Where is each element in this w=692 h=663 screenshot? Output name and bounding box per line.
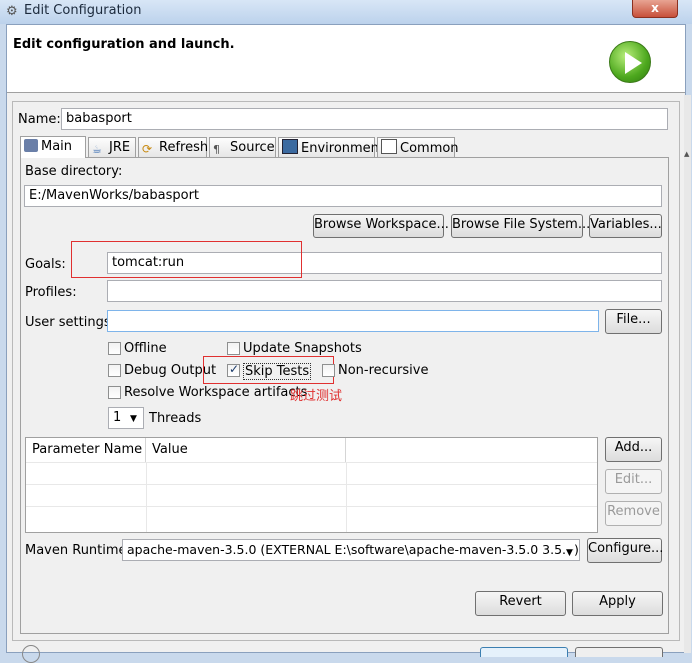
help-icon[interactable] xyxy=(22,645,40,663)
threads-value: 1 xyxy=(113,410,122,425)
tab-source[interactable]: ¶ Source xyxy=(209,137,276,157)
base-directory-label: Base directory: xyxy=(25,164,123,179)
table-row-divider xyxy=(26,506,597,507)
resolve-workspace-label: Resolve Workspace artifacts xyxy=(124,385,308,400)
offline-checkbox[interactable] xyxy=(108,342,121,355)
tab-jre[interactable]: ☕ JRE xyxy=(88,137,136,157)
refresh-icon: ⟳ xyxy=(142,142,153,156)
add-button[interactable]: Add... xyxy=(605,437,662,462)
resolve-workspace-checkbox[interactable] xyxy=(108,386,121,399)
file-button[interactable]: File... xyxy=(605,309,662,334)
tab-common[interactable]: Common xyxy=(377,137,459,157)
parameter-table[interactable]: Parameter Name Value xyxy=(25,437,598,533)
close-button[interactable]: x xyxy=(632,0,678,18)
tab-jre-label: JRE xyxy=(109,140,131,155)
update-snapshots-checkbox[interactable] xyxy=(227,342,240,355)
window-title: Edit Configuration xyxy=(24,3,142,18)
skip-tests-highlight-box xyxy=(203,356,334,384)
non-recursive-label: Non-recursive xyxy=(338,363,429,378)
maven-runtime-select[interactable]: apache-maven-3.5.0 (EXTERNAL E:\software… xyxy=(122,539,580,561)
update-snapshots-label: Update Snapshots xyxy=(243,341,362,356)
profiles-input[interactable] xyxy=(107,280,662,302)
maven-main-icon xyxy=(24,139,38,152)
variables-button[interactable]: Variables... xyxy=(589,214,662,238)
tab-environment[interactable]: Environment xyxy=(278,137,384,157)
browse-workspace-button[interactable]: Browse Workspace... xyxy=(313,214,449,238)
maven-runtime-value: apache-maven-3.5.0 (EXTERNAL E:\software… xyxy=(127,542,579,557)
browse-file-system-button[interactable]: Browse File System... xyxy=(451,214,590,238)
column-header-parameter-name[interactable]: Parameter Name xyxy=(26,438,146,462)
column-header-value[interactable]: Value xyxy=(146,438,346,462)
title-bar: ⚙ Edit Configuration xyxy=(0,0,692,24)
tab-refresh-label: Refresh xyxy=(159,140,209,155)
tab-main-label: Main xyxy=(41,139,73,154)
scroll-up-arrow[interactable]: ▲ xyxy=(684,150,691,160)
gear-icon: ⚙ xyxy=(6,4,18,19)
apply-button[interactable]: Apply xyxy=(572,591,663,616)
user-settings-label: User settings: xyxy=(25,315,115,330)
edit-button[interactable]: Edit... xyxy=(605,469,662,494)
offline-label: Offline xyxy=(124,341,167,356)
run-icon xyxy=(609,41,651,83)
tab-source-label: Source xyxy=(230,140,275,155)
tab-environment-label: Environment xyxy=(301,141,385,156)
scrollbar[interactable] xyxy=(684,95,691,653)
configure-button[interactable]: Configure... xyxy=(587,538,663,563)
threads-select[interactable]: 1 ▼ xyxy=(108,407,144,429)
maven-runtime-label: Maven Runtime: xyxy=(25,543,131,558)
close-dialog-button[interactable] xyxy=(575,647,663,657)
revert-button[interactable]: Revert xyxy=(475,591,566,616)
non-recursive-checkbox[interactable] xyxy=(322,364,335,377)
name-label: Name: xyxy=(18,112,61,127)
source-icon: ¶ xyxy=(213,143,220,156)
user-settings-input[interactable] xyxy=(107,310,599,332)
common-icon xyxy=(381,139,397,154)
environment-icon xyxy=(282,139,298,154)
dialog-banner xyxy=(7,25,685,93)
chevron-down-icon: ▼ xyxy=(566,545,573,560)
name-input[interactable]: babasport xyxy=(61,108,668,130)
banner-title: Edit configuration and launch. xyxy=(13,37,235,52)
goals-label: Goals: xyxy=(25,257,66,272)
debug-output-checkbox[interactable] xyxy=(108,364,121,377)
goals-highlight-box xyxy=(71,241,302,278)
chevron-down-icon: ▼ xyxy=(130,414,137,424)
tab-common-label: Common xyxy=(400,141,459,156)
jre-icon: ☕ xyxy=(92,143,102,156)
tab-main[interactable]: Main xyxy=(20,136,86,158)
skip-tests-annotation: 跳过测试 xyxy=(290,389,343,404)
threads-label: Threads xyxy=(149,411,202,426)
tab-refresh[interactable]: ⟳ Refresh xyxy=(138,137,209,157)
remove-button[interactable]: Remove xyxy=(605,501,662,526)
table-row-divider xyxy=(26,462,597,463)
profiles-label: Profiles: xyxy=(25,285,77,300)
table-column-divider xyxy=(346,462,347,532)
run-button[interactable] xyxy=(480,647,568,657)
table-column-divider xyxy=(146,462,147,532)
table-row-divider xyxy=(26,484,597,485)
base-directory-input[interactable]: E:/MavenWorks/babasport xyxy=(24,185,662,207)
